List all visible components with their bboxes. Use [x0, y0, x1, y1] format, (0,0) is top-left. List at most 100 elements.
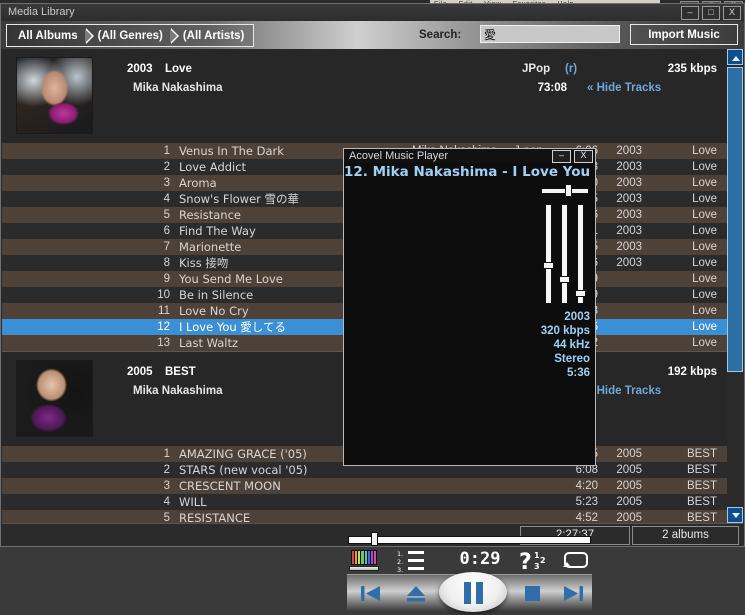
track-number: 10: [157, 289, 170, 301]
now-playing-label: 12. Mika Nakashima - I Love You 愛してる: [344, 164, 595, 180]
track-number: 3: [163, 177, 170, 189]
album-cover[interactable]: [16, 57, 93, 134]
volume-knob[interactable]: [543, 262, 554, 269]
info-length: 5:36: [566, 367, 590, 379]
breadcrumb: All Albums (All Genres) (All Artists): [6, 24, 255, 47]
seek-knob[interactable]: [371, 532, 378, 546]
bass-track: [561, 204, 568, 304]
scrollbar-thumb[interactable]: [727, 67, 743, 372]
svg-text:3: 3: [534, 562, 540, 571]
track-year: 2005: [616, 464, 642, 476]
playlist-glyph: 1. 2. 3.: [397, 550, 424, 574]
vertical-scrollbar[interactable]: [727, 49, 743, 523]
track-year: 2003: [616, 209, 642, 221]
player-window-controls: – X: [552, 150, 593, 163]
balance-knob[interactable]: [565, 184, 572, 197]
track-number: 9: [163, 273, 170, 285]
chevron-down-icon: [732, 513, 740, 518]
playlist-icon[interactable]: 1. 2. 3.: [397, 547, 437, 574]
album-cover-image: [17, 58, 92, 133]
repeat-glyph: [563, 552, 588, 568]
track-number: 11: [158, 305, 170, 317]
stop-icon[interactable]: [515, 575, 549, 611]
album-bitrate: 192 kbps: [667, 366, 717, 378]
pause-button[interactable]: [439, 572, 507, 612]
track-row[interactable]: 3 CRESCENT MOON 4:20 2005 BEST: [2, 478, 727, 494]
status-album-count: 2 albums: [632, 526, 739, 545]
track-row[interactable]: 4 WILL 5:23 2005 BEST: [2, 494, 727, 510]
track-duration: 5:23: [575, 496, 598, 508]
album-title: Love: [165, 63, 192, 75]
treble-slider[interactable]: [575, 204, 586, 304]
player-secondary-controls: 1. 2. 3. 0:29 ? 1 2 3: [347, 547, 593, 575]
eject-icon[interactable]: [399, 575, 433, 611]
breadcrumb-chevron-icon: [169, 25, 180, 46]
volume-track: [545, 204, 552, 304]
track-number: 7: [163, 241, 170, 253]
previous-icon[interactable]: [353, 575, 391, 611]
track-number: 4: [163, 496, 170, 508]
player-close-button[interactable]: X: [574, 150, 593, 163]
pause-icon: [464, 582, 483, 604]
track-number: 6: [163, 225, 170, 237]
close-button[interactable]: X: [723, 6, 741, 20]
track-album: Love: [692, 273, 717, 285]
album-length: 73:08: [537, 82, 567, 94]
search-label: Search:: [419, 29, 462, 41]
album-hide-tracks[interactable]: « Hide Tracks: [587, 82, 661, 94]
album-rating: (r): [565, 63, 578, 75]
album-hide-tracks[interactable]: « Hide Tracks: [587, 385, 661, 397]
next-icon[interactable]: [555, 575, 593, 611]
treble-knob[interactable]: [575, 290, 586, 297]
info-bitrate: 320 kbps: [540, 325, 590, 337]
breadcrumb-all-genres-label: (All Genres): [97, 29, 163, 42]
player-minimize-button[interactable]: –: [552, 150, 571, 163]
breadcrumb-all-artists-label: (All Artists): [182, 29, 245, 42]
search-input[interactable]: [480, 25, 620, 43]
track-number: 1: [163, 145, 170, 157]
track-album: Love: [692, 241, 717, 253]
balance-slider[interactable]: [541, 184, 589, 197]
album-cover[interactable]: [16, 360, 93, 437]
shuffle-glyph: ? 1 2 3: [519, 550, 546, 575]
track-year: 2003: [616, 241, 642, 253]
bass-slider[interactable]: [559, 204, 570, 304]
track-album: Love: [692, 193, 717, 205]
shuffle-icon[interactable]: ? 1 2 3: [519, 547, 553, 575]
track-number: 4: [163, 193, 170, 205]
svg-text:2.: 2.: [397, 558, 403, 566]
track-title: Aroma: [179, 176, 217, 190]
track-year: 2005: [616, 496, 642, 508]
equalizer-bars: [351, 550, 377, 565]
track-year: 2003: [616, 161, 642, 173]
track-number: 2: [163, 464, 170, 476]
track-album: Love: [692, 337, 717, 349]
track-title: I Love You 愛してる: [179, 320, 286, 334]
track-number: 13: [157, 337, 170, 349]
breadcrumb-chevron-icon: [84, 25, 95, 46]
track-title: STARS (new vocal '05): [179, 463, 308, 477]
scroll-up-button[interactable]: [727, 49, 743, 65]
breadcrumb-all-albums[interactable]: All Albums: [7, 25, 94, 46]
svg-text:2: 2: [540, 556, 546, 565]
import-music-button[interactable]: Import Music: [630, 24, 738, 45]
eject-glyph: [407, 586, 425, 602]
album-year: 2003: [127, 63, 153, 75]
equalizer-icon[interactable]: [349, 547, 379, 574]
volume-slider[interactable]: [543, 204, 554, 304]
info-year: 2003: [564, 311, 590, 323]
breadcrumb-all-genres[interactable]: (All Genres): [87, 25, 179, 46]
media-library-titlebar: Media Library – □ X: [1, 4, 744, 21]
breadcrumb-all-artists[interactable]: (All Artists): [172, 25, 254, 46]
repeat-icon[interactable]: [559, 547, 593, 574]
seek-slider[interactable]: [348, 532, 591, 546]
scroll-down-button[interactable]: [727, 507, 743, 523]
maximize-button[interactable]: □: [702, 6, 720, 20]
player-title: Acovel Music Player: [349, 150, 449, 162]
track-year: 2005: [616, 448, 642, 460]
info-channels: Stereo: [554, 353, 590, 365]
track-title: CRESCENT MOON: [179, 479, 281, 493]
track-row[interactable]: 5 RESISTANCE 4:52 2005 BEST: [2, 510, 727, 523]
minimize-button[interactable]: –: [681, 6, 699, 20]
bass-knob[interactable]: [559, 276, 570, 283]
